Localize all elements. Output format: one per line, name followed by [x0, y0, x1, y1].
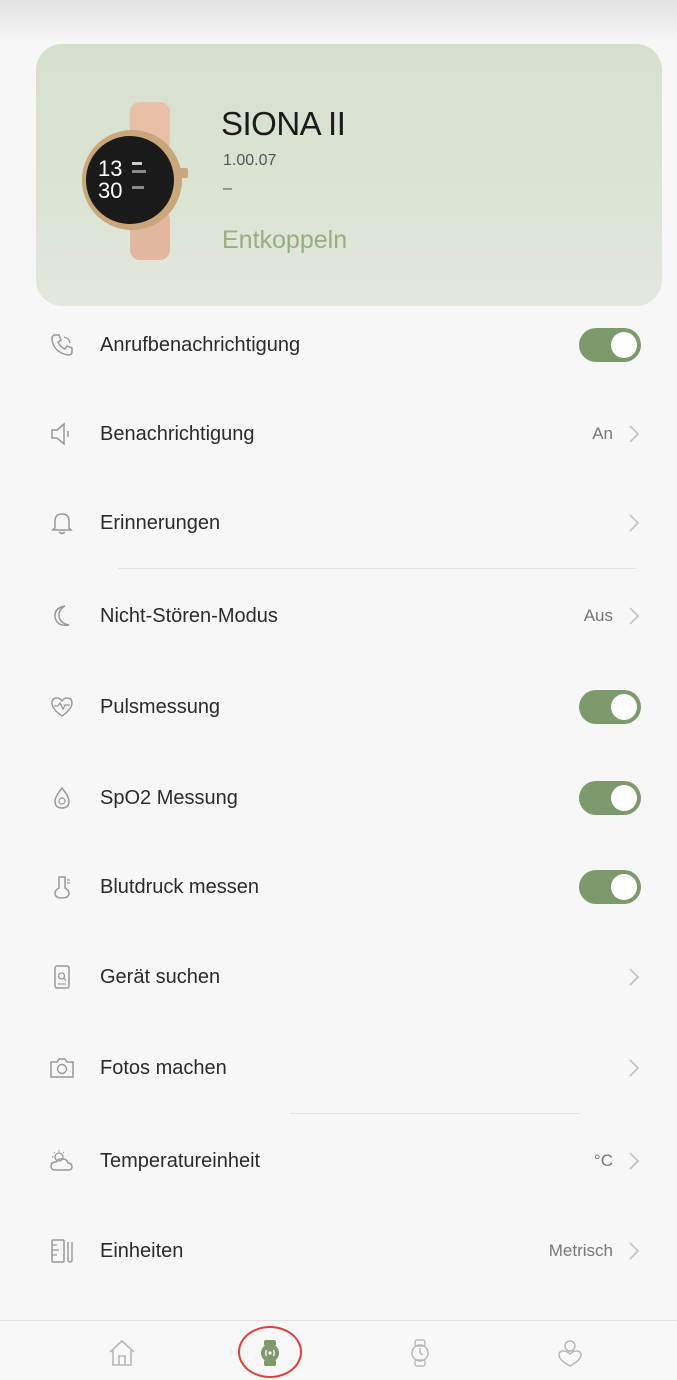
setting-take-photos[interactable]: Fotos machen — [0, 1036, 677, 1100]
setting-heart-rate: Pulsmessung — [0, 675, 677, 739]
tab-home[interactable] — [102, 1333, 142, 1373]
setting-label: Benachrichtigung — [100, 422, 255, 445]
firmware-version: 1.00.07 — [223, 152, 277, 169]
ruler-icon — [44, 1233, 80, 1269]
heart-rate-toggle[interactable] — [579, 690, 641, 724]
chevron-right-icon — [629, 1242, 640, 1260]
setting-find-device[interactable]: Gerät suchen — [0, 945, 677, 1009]
bell-icon — [44, 505, 80, 541]
setting-label: Nicht-Stören-Modus — [100, 604, 278, 627]
setting-blood-pressure: Blutdruck messen — [0, 855, 677, 919]
status-bar — [0, 0, 677, 40]
tab-watch[interactable] — [400, 1333, 440, 1373]
unpair-button[interactable]: Entkoppeln — [222, 226, 347, 255]
phone-icon — [44, 327, 80, 363]
device-name: SIONA II — [221, 105, 346, 142]
setting-label: Anrufbenachrichtigung — [100, 333, 301, 356]
watch-search-icon — [44, 959, 80, 995]
setting-value: °C — [593, 1151, 613, 1170]
weather-icon — [44, 1143, 80, 1179]
watch-image: 13 30 — [82, 102, 188, 260]
spo2-toggle[interactable] — [579, 781, 641, 815]
call-notification-toggle[interactable] — [579, 328, 641, 362]
setting-notification[interactable]: Benachrichtigung An — [0, 402, 677, 466]
home-icon — [109, 1339, 135, 1366]
toggle-knob — [611, 874, 637, 900]
heart-pulse-icon — [44, 689, 80, 725]
setting-spo2: SpO2 Messung — [0, 766, 677, 830]
setting-reminders[interactable]: Erinnerungen — [0, 491, 677, 555]
setting-label: Temperatureinheit — [100, 1149, 261, 1172]
setting-label: Fotos machen — [100, 1056, 227, 1079]
chevron-right-icon — [629, 607, 640, 625]
setting-label: Blutdruck messen — [100, 875, 259, 898]
toggle-knob — [611, 694, 637, 720]
setting-label: Erinnerungen — [100, 511, 221, 534]
chevron-right-icon — [629, 968, 640, 986]
section-divider — [118, 568, 636, 569]
profile-icon — [558, 1340, 582, 1367]
chevron-right-icon — [629, 514, 640, 532]
setting-label: Gerät suchen — [100, 965, 221, 988]
chevron-right-icon — [629, 1059, 640, 1077]
chevron-right-icon — [629, 1152, 640, 1170]
toggle-knob — [611, 332, 637, 358]
moon-icon — [44, 598, 80, 634]
red-annotation-circle — [238, 1326, 302, 1378]
blood-pressure-toggle[interactable] — [579, 870, 641, 904]
watch-icon — [411, 1339, 429, 1367]
thermometer-icon — [44, 869, 80, 905]
setting-call-notification: Anrufbenachrichtigung — [0, 313, 677, 377]
drop-icon — [44, 780, 80, 816]
section-divider — [290, 1113, 580, 1114]
setting-value: An — [592, 424, 613, 443]
bottom-tab-bar — [0, 1320, 677, 1380]
setting-temperature-unit[interactable]: Temperatureinheit °C — [0, 1129, 677, 1193]
setting-do-not-disturb[interactable]: Nicht-Stören-Modus Aus — [0, 584, 677, 648]
camera-icon — [44, 1050, 80, 1086]
setting-units[interactable]: Einheiten Metrisch — [0, 1219, 677, 1283]
speaker-icon — [44, 416, 80, 452]
toggle-knob — [611, 785, 637, 811]
setting-value: Aus — [583, 606, 613, 625]
setting-label: Einheiten — [100, 1239, 184, 1262]
setting-label: SpO2 Messung — [100, 786, 238, 809]
watch-minute: 30 — [98, 178, 122, 203]
tab-profile[interactable] — [550, 1333, 590, 1373]
setting-label: Pulsmessung — [100, 695, 221, 718]
chevron-right-icon — [629, 425, 640, 443]
device-extra: – — [223, 180, 232, 197]
setting-value: Metrisch — [548, 1241, 613, 1260]
